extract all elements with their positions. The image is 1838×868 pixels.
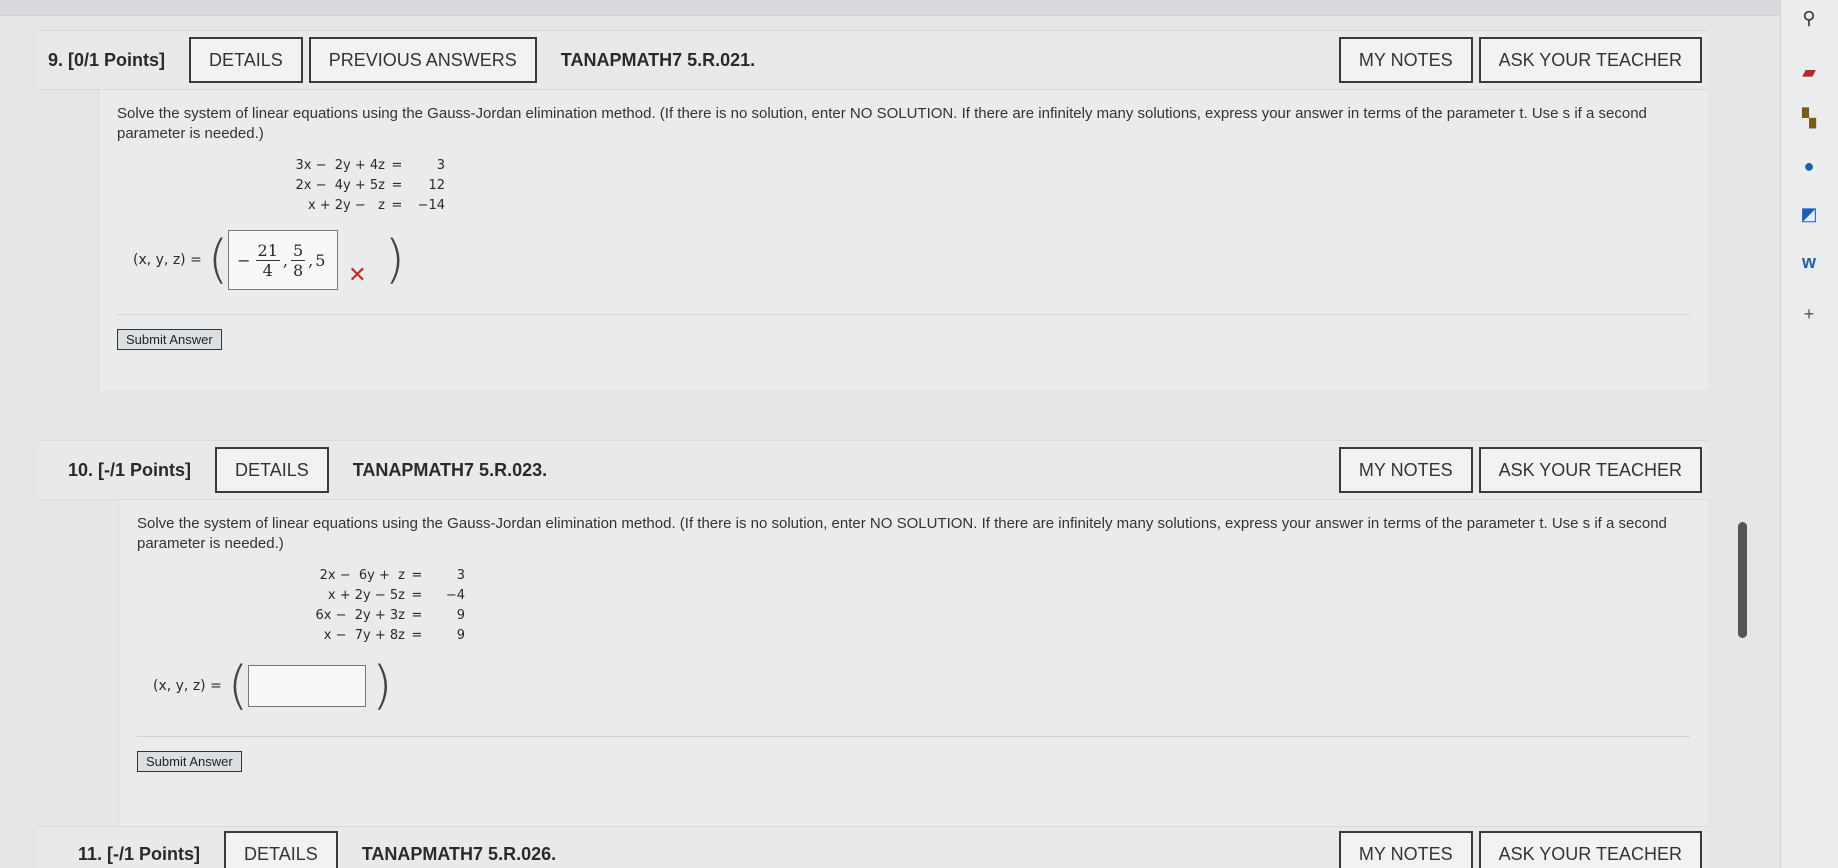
equation-row: 6x − 2y + 3z = 9 <box>315 608 465 623</box>
question-10: 10. [-/1 Points] DETAILS TANAPMATH7 5.R.… <box>38 440 1708 830</box>
close-paren: ) <box>384 230 405 290</box>
answer-input[interactable] <box>248 665 367 707</box>
equation-row: x + 2y − 5z = −4 <box>327 588 465 603</box>
answer-label: (x, y, z) = <box>133 252 202 268</box>
answer-input[interactable]: − 21 4 , 5 8 , 5 <box>228 230 339 290</box>
question-points: [0/1 Points] <box>68 49 166 70</box>
close-paren: ) <box>372 656 393 716</box>
open-paren: ( <box>227 656 249 716</box>
question-number-points: 9. [0/1 Points] <box>48 50 165 71</box>
question-code: TANAPMATH7 5.R.021. <box>560 49 756 70</box>
briefcase-icon[interactable]: ▰ <box>1795 58 1823 86</box>
answer-row: (x, y, z) = ( ) <box>153 660 1690 712</box>
details-button[interactable]: DETAILS <box>224 831 338 868</box>
submit-answer-button[interactable]: Submit Answer <box>117 329 222 350</box>
question-code: TANAPMATH7 5.R.023. <box>352 459 548 480</box>
question-number: 11. <box>78 843 103 864</box>
question-prompt: Solve the system of linear equations usi… <box>137 515 1667 552</box>
question-header: 9. [0/1 Points] DETAILS PREVIOUS ANSWERS… <box>38 30 1708 90</box>
equation-system: 2x − 6y + z = 3 x + 2y − 5z = −4 6x − 2y + 3… <box>233 566 1690 646</box>
circle-icon[interactable]: ● <box>1795 152 1823 180</box>
question-11: 11. [-/1 Points] DETAILS TANAPMATH7 5.R.… <box>38 826 1708 868</box>
equation-row: 3x − 2y + 4z = 3 <box>295 158 445 173</box>
equation-row: x + 2y − z = −14 <box>307 198 445 213</box>
equation-system: 3x − 2y + 4z = 3 2x − 4y + 5z = 12 x + 2y − … <box>213 156 1690 216</box>
equation-row: 2x − 4y + 5z = 12 <box>295 178 445 193</box>
previous-answers-button[interactable]: PREVIOUS ANSWERS <box>308 37 537 83</box>
ask-teacher-button[interactable]: ASK YOUR TEACHER <box>1478 37 1702 83</box>
question-number-points: 10. [-/1 Points] <box>68 460 191 481</box>
question-points: [-/1 Points] <box>107 843 201 864</box>
plus-icon[interactable]: + <box>1795 300 1823 328</box>
open-paren: ( <box>207 230 229 290</box>
browser-sidebar: ⚲ ▰ ▚ ● ◩ w + <box>1780 0 1838 868</box>
question-9: 9. [0/1 Points] DETAILS PREVIOUS ANSWERS… <box>38 30 1708 390</box>
outlook-icon[interactable]: ◩ <box>1795 200 1823 228</box>
fraction: 21 4 <box>255 240 280 280</box>
search-icon[interactable]: ⚲ <box>1795 4 1823 32</box>
question-prompt: Solve the system of linear equations usi… <box>117 105 1647 142</box>
ask-teacher-button[interactable]: ASK YOUR TEACHER <box>1478 447 1702 493</box>
question-body: Solve the system of linear equations usi… <box>118 500 1708 830</box>
question-number: 10. <box>68 459 94 480</box>
extension-icon[interactable]: ▚ <box>1795 104 1823 132</box>
w-icon[interactable]: w <box>1795 248 1823 276</box>
submit-area: Submit Answer <box>117 314 1690 350</box>
browser-top-strip <box>0 0 1780 16</box>
question-header: 11. [-/1 Points] DETAILS TANAPMATH7 5.R.… <box>38 826 1708 868</box>
equation-row: 2x − 6y + z = 3 <box>319 568 465 583</box>
details-button[interactable]: DETAILS <box>215 447 329 493</box>
equation-row: x − 7y + 8z = 9 <box>323 628 465 643</box>
question-code: TANAPMATH7 5.R.026. <box>361 843 557 864</box>
my-notes-button[interactable]: MY NOTES <box>1338 831 1473 868</box>
question-number: 9. <box>48 49 64 70</box>
question-number-points: 11. [-/1 Points] <box>78 844 200 865</box>
submit-answer-button[interactable]: Submit Answer <box>137 751 242 772</box>
fraction: 5 8 <box>290 240 306 280</box>
ask-teacher-button[interactable]: ASK YOUR TEACHER <box>1478 831 1702 868</box>
my-notes-button[interactable]: MY NOTES <box>1338 447 1473 493</box>
my-notes-button[interactable]: MY NOTES <box>1338 37 1473 83</box>
details-button[interactable]: DETAILS <box>189 37 303 83</box>
answer-label: (x, y, z) = <box>153 678 222 694</box>
question-body: Solve the system of linear equations usi… <box>98 90 1708 390</box>
scrollbar-thumb[interactable] <box>1738 522 1747 638</box>
question-points: [-/1 Points] <box>98 459 192 480</box>
answer-row: (x, y, z) = ( − 21 4 , 5 8 , 5 ✕ ) <box>133 230 1690 290</box>
submit-area: Submit Answer <box>137 736 1690 772</box>
question-header: 10. [-/1 Points] DETAILS TANAPMATH7 5.R.… <box>38 440 1708 500</box>
incorrect-icon: ✕ <box>348 262 367 288</box>
